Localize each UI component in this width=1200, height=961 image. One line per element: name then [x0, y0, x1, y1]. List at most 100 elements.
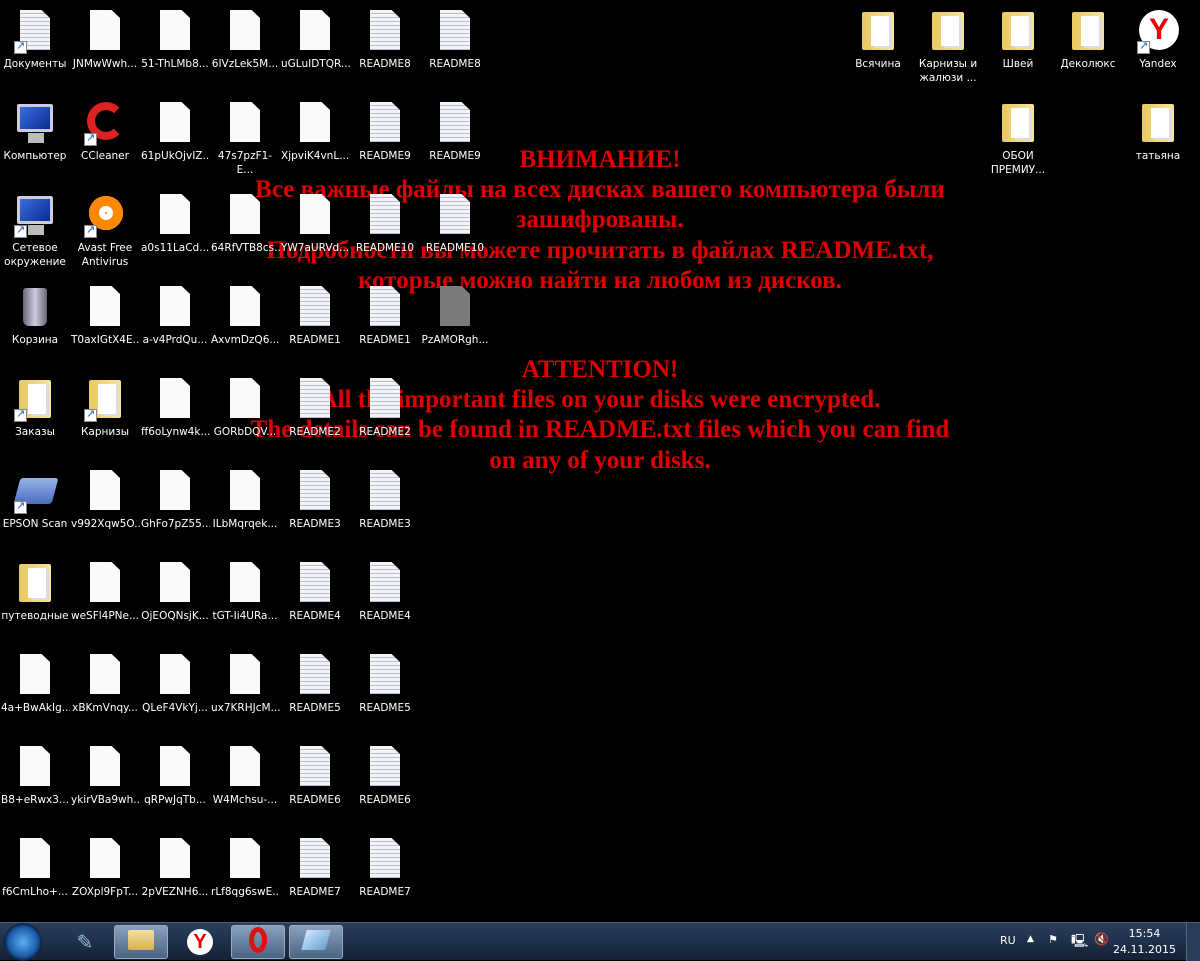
taskbar-yandex-browser-button[interactable]: Y [173, 925, 227, 959]
desktop-icon[interactable]: README10 [420, 186, 490, 272]
file-icon [221, 102, 269, 146]
desktop-icon[interactable]: f6CmLho+... [0, 830, 70, 916]
desktop-icon[interactable]: 4a+BwAkIg... [0, 646, 70, 732]
desktop-icon[interactable]: README8 [350, 2, 420, 88]
desktop-icon[interactable]: ОБОИ ПРЕМИУ... [983, 94, 1053, 180]
desktop-icon[interactable]: Деколюкс [1053, 2, 1123, 88]
desktop-icon[interactable]: GhFo7pZ55... [140, 462, 210, 548]
desktop-icon[interactable]: README9 [420, 94, 490, 180]
taskbar-app-button[interactable] [289, 925, 343, 959]
desktop-icon[interactable]: 51-ThLMb8... [140, 2, 210, 88]
desktop-icon-label: ykirVBa9wh... [71, 794, 140, 806]
desktop-icon[interactable]: Карнизы и жалюзи ... [913, 2, 983, 88]
desktop-icon[interactable]: QLeF4VkYj... [140, 646, 210, 732]
desktop-icon[interactable]: rLf8qg6swE... [210, 830, 280, 916]
desktop-icon[interactable]: README4 [350, 554, 420, 640]
desktop-icon-label: 4a+BwAkIg... [1, 702, 70, 714]
text-file-icon [291, 286, 339, 330]
desktop-icon[interactable]: 47s7pzF1-E... [210, 94, 280, 180]
desktop-icon[interactable]: 2pVEZNH6... [140, 830, 210, 916]
desktop-icon[interactable]: Корзина [0, 278, 70, 364]
desktop-icon[interactable]: ykirVBa9wh... [70, 738, 140, 824]
desktop-icon[interactable]: README2 [280, 370, 350, 456]
desktop-icon[interactable]: README1 [280, 278, 350, 364]
desktop-icon[interactable]: README6 [280, 738, 350, 824]
desktop-icon[interactable]: 6IVzLek5M... [210, 2, 280, 88]
desktop-icon[interactable]: weSFl4PNe... [70, 554, 140, 640]
desktop-icon[interactable]: README5 [280, 646, 350, 732]
desktop-icon[interactable]: PzAMORgh... [420, 278, 490, 364]
desktop-icon[interactable]: Компьютер [0, 94, 70, 180]
desktop-icon[interactable]: a-v4PrdQu... [140, 278, 210, 364]
desktop-icon[interactable]: ZOXpl9FpT... [70, 830, 140, 916]
file-icon [151, 746, 199, 790]
desktop-icon-label: v992Xqw5O... [71, 518, 140, 530]
desktop-icon[interactable]: a0s11LaCd... [140, 186, 210, 272]
desktop-icon[interactable]: W4Mchsu-... [210, 738, 280, 824]
network-icon[interactable]: 🖳 [1071, 932, 1088, 954]
desktop-icon[interactable]: ux7KRHJcM... [210, 646, 280, 732]
desktop-icon[interactable]: Avast Free Antivirus [70, 186, 140, 272]
desktop-icon[interactable]: README10 [350, 186, 420, 272]
language-indicator[interactable]: RU [1000, 934, 1016, 947]
desktop-icon[interactable]: AxvmDzQ6... [210, 278, 280, 364]
desktop-icon[interactable]: путеводные [0, 554, 70, 640]
desktop-icon[interactable]: README1 [350, 278, 420, 364]
desktop-icon-label: 61pUkOjvIZ... [141, 150, 210, 162]
folder-icon [924, 10, 972, 54]
desktop-icon-label: README2 [289, 426, 341, 438]
desktop-icon[interactable]: README9 [350, 94, 420, 180]
desktop-icon[interactable]: README3 [280, 462, 350, 548]
desktop-icon[interactable]: Y Yandex [1123, 2, 1193, 88]
desktop-icon[interactable]: CCleaner [70, 94, 140, 180]
desktop-icon[interactable]: YW7aURVd... [280, 186, 350, 272]
taskbar-opera-button[interactable] [231, 925, 285, 959]
action-center-flag-icon[interactable]: ⚑ [1048, 933, 1058, 946]
desktop-icon[interactable]: README2 [350, 370, 420, 456]
desktop-icon[interactable]: Швей [983, 2, 1053, 88]
text-file-icon [361, 746, 409, 790]
file-icon [221, 562, 269, 606]
desktop-icon[interactable]: README5 [350, 646, 420, 732]
taskbar-scanner-button[interactable]: ✎ [58, 925, 112, 959]
volume-muted-icon[interactable]: 🔇 [1094, 932, 1109, 946]
desktop-icon[interactable]: qRPwJqTb... [140, 738, 210, 824]
start-button[interactable] [4, 923, 42, 961]
desktop-icon[interactable]: README8 [420, 2, 490, 88]
text-file-icon [361, 378, 409, 422]
desktop-icon[interactable]: 64RfVTB8cs... [210, 186, 280, 272]
desktop-icon[interactable]: v992Xqw5O... [70, 462, 140, 548]
desktop-icon[interactable]: xBKmVnqy... [70, 646, 140, 732]
show-desktop-button[interactable] [1186, 923, 1200, 961]
desktop-icon[interactable]: uGLuIDTQR... [280, 2, 350, 88]
taskbar-explorer-button[interactable] [114, 925, 168, 959]
desktop-icon[interactable]: ILbMqrqek... [210, 462, 280, 548]
desktop-icon[interactable]: Заказы [0, 370, 70, 456]
clock-time: 15:54 [1128, 927, 1161, 940]
desktop-icon[interactable]: Всячина [843, 2, 913, 88]
desktop-icon[interactable]: B8+eRwx3... [0, 738, 70, 824]
desktop-icon[interactable]: 61pUkOjvIZ... [140, 94, 210, 180]
desktop-icon[interactable]: OjEOQNsjK... [140, 554, 210, 640]
file-icon [81, 10, 129, 54]
desktop-icon[interactable]: XjpviK4vnL... [280, 94, 350, 180]
desktop-icon[interactable]: README7 [350, 830, 420, 916]
desktop-icon[interactable]: ff6oLynw4k... [140, 370, 210, 456]
desktop-icon[interactable]: Карнизы [70, 370, 140, 456]
desktop-icon[interactable]: T0axIGtX4E... [70, 278, 140, 364]
desktop-icon[interactable]: JNMwWwh... [70, 2, 140, 88]
desktop-icon[interactable]: EPSON Scan [0, 462, 70, 548]
text-file-icon [361, 194, 409, 238]
desktop-icon[interactable]: README7 [280, 830, 350, 916]
desktop-icon[interactable]: GORbDQV... [210, 370, 280, 456]
desktop-icon[interactable]: README6 [350, 738, 420, 824]
show-hidden-icons-icon[interactable]: ▲ [1027, 934, 1034, 944]
desktop-icon[interactable]: README3 [350, 462, 420, 548]
desktop-icon[interactable]: tGT-Ii4URa... [210, 554, 280, 640]
desktop-icon[interactable]: README4 [280, 554, 350, 640]
clock-date: 24.11.2015 [1113, 943, 1176, 956]
desktop-icon[interactable]: Документы [0, 2, 70, 88]
clock[interactable]: 15:54 24.11.2015 [1113, 926, 1176, 958]
desktop-icon[interactable]: татьяна [1123, 94, 1193, 180]
desktop-icon[interactable]: Сетевое окружение [0, 186, 70, 272]
